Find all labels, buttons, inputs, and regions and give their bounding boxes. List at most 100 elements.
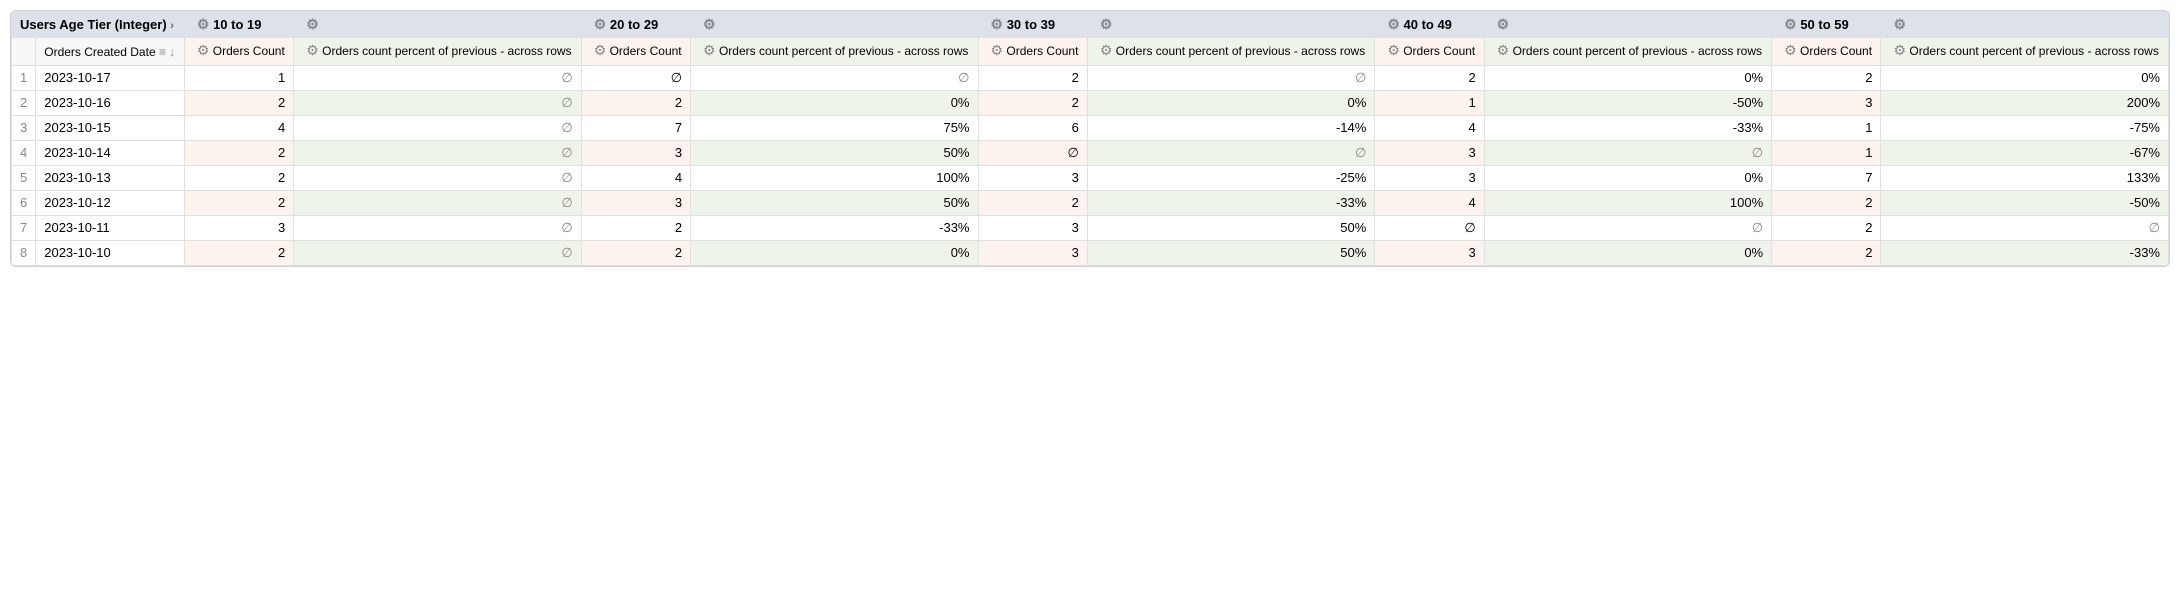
tier-header-4049-pct: ⚙ [1484,12,1771,38]
cell-r6-c7: 100% [1484,191,1771,216]
tier-label-5059: 50 to 59 [1800,17,1848,32]
sort-icon[interactable]: ≡ ↓ [159,45,175,59]
row-date-5: 2023-10-13 [36,166,185,191]
tier-header-row: Users Age Tier (Integer) › ⚙ 10 to 19 ⚙ … [12,12,2169,38]
cell-r8-c9: -33% [1881,241,2169,266]
sub-header-row: Orders Created Date ≡ ↓ ⚙ Orders Count ⚙… [12,38,2169,66]
col-label-4049-count: Orders Count [1403,44,1475,58]
tier-label-1019: 10 to 19 [213,17,261,32]
cell-r4-c3: 50% [691,141,978,166]
gear-icon-col-2029-count[interactable]: ⚙ [594,42,607,59]
cell-r8-c1: ∅ [294,241,581,266]
cell-r5-c8: 7 [1772,166,1881,191]
cell-r2-c3: 0% [691,91,978,116]
cell-r4-c7: ∅ [1484,141,1771,166]
col-header-3039-pct: ⚙ Orders count percent of previous - acr… [1087,38,1374,66]
gear-icon-1019-pct[interactable]: ⚙ [306,16,319,33]
date-header-label: Orders Created Date [44,45,155,59]
chevron-icon[interactable]: › [170,20,174,32]
gear-icon-col-4049-pct[interactable]: ⚙ [1497,42,1510,59]
cell-r2-c1: ∅ [294,91,581,116]
gear-icon-col-1019-count[interactable]: ⚙ [197,42,210,59]
cell-r2-c2: 2 [581,91,690,116]
cell-r8-c3: 0% [691,241,978,266]
cell-r7-c5: 50% [1087,216,1374,241]
row-date-4: 2023-10-14 [36,141,185,166]
col-label-1019-count: Orders Count [213,44,285,58]
gear-icon-col-1019-pct[interactable]: ⚙ [306,42,319,59]
cell-r1-c7: 0% [1484,66,1771,91]
col-header-5059-count: ⚙ Orders Count [1772,38,1881,66]
cell-r4-c8: 1 [1772,141,1881,166]
cell-r1-c5: ∅ [1087,66,1374,91]
cell-r1-c3: ∅ [691,66,978,91]
gear-icon-5059-pct[interactable]: ⚙ [1893,16,1906,33]
gear-icon-3039[interactable]: ⚙ [991,16,1004,33]
gear-icon-col-5059-count[interactable]: ⚙ [1784,42,1797,59]
cell-r7-c9: ∅ [1881,216,2169,241]
cell-r3-c8: 1 [1772,116,1881,141]
cell-r5-c2: 4 [581,166,690,191]
col-header-1019-pct: ⚙ Orders count percent of previous - acr… [294,38,581,66]
gear-icon-col-3039-pct[interactable]: ⚙ [1100,42,1113,59]
tier-label-3039: 30 to 39 [1007,17,1055,32]
table-row: 52023-10-132∅4100%3-25%30%7133% [12,166,2169,191]
col-label-1019-pct: Orders count percent of previous - acros… [322,44,571,58]
cell-r2-c9: 200% [1881,91,2169,116]
cell-r5-c5: -25% [1087,166,1374,191]
cell-r4-c4: ∅ [978,141,1087,166]
gear-icon-1019[interactable]: ⚙ [197,16,210,33]
gear-icon-col-5059-pct[interactable]: ⚙ [1893,42,1906,59]
cell-r8-c4: 3 [978,241,1087,266]
cell-r5-c0: 2 [184,166,293,191]
gear-icon-col-4049-count[interactable]: ⚙ [1387,42,1400,59]
cell-r1-c8: 2 [1772,66,1881,91]
cell-r6-c0: 2 [184,191,293,216]
gear-icon-3039-pct[interactable]: ⚙ [1100,16,1113,33]
gear-icon-2029[interactable]: ⚙ [594,16,607,33]
gear-icon-col-2029-pct[interactable]: ⚙ [703,42,716,59]
cell-r1-c6: 2 [1375,66,1484,91]
row-index-1: 1 [12,66,36,91]
cell-r6-c3: 50% [691,191,978,216]
col-label-3039-count: Orders Count [1006,44,1078,58]
cell-r5-c9: 133% [1881,166,2169,191]
col-label-5059-pct: Orders count percent of previous - acros… [1909,44,2158,58]
cell-r8-c5: 50% [1087,241,1374,266]
row-index-4: 4 [12,141,36,166]
row-date-2: 2023-10-16 [36,91,185,116]
cell-r7-c1: ∅ [294,216,581,241]
cell-r6-c1: ∅ [294,191,581,216]
gear-icon-4049-pct[interactable]: ⚙ [1497,16,1510,33]
tier-header-2029: ⚙ 20 to 29 [581,12,690,38]
table-row: 82023-10-102∅20%350%30%2-33% [12,241,2169,266]
index-header [12,38,36,66]
gear-icon-4049[interactable]: ⚙ [1387,16,1400,33]
cell-r2-c0: 2 [184,91,293,116]
top-left-label: Users Age Tier (Integer) [20,17,167,32]
cell-r7-c8: 2 [1772,216,1881,241]
table-row: 62023-10-122∅350%2-33%4100%2-50% [12,191,2169,216]
cell-r5-c6: 3 [1375,166,1484,191]
col-label-5059-count: Orders Count [1800,44,1872,58]
tier-header-2029-pct: ⚙ [691,12,978,38]
tier-header-3039: ⚙ 30 to 39 [978,12,1087,38]
gear-icon-5059[interactable]: ⚙ [1784,16,1797,33]
table-row: 32023-10-154∅775%6-14%4-33%1-75% [12,116,2169,141]
cell-r4-c9: -67% [1881,141,2169,166]
col-header-5059-pct: ⚙ Orders count percent of previous - acr… [1881,38,2169,66]
cell-r5-c7: 0% [1484,166,1771,191]
cell-r1-c1: ∅ [294,66,581,91]
row-date-3: 2023-10-15 [36,116,185,141]
cell-r7-c2: 2 [581,216,690,241]
col-label-3039-pct: Orders count percent of previous - acros… [1116,44,1365,58]
gear-icon-col-3039-count[interactable]: ⚙ [991,42,1004,59]
cell-r8-c2: 2 [581,241,690,266]
cell-r7-c6: ∅ [1375,216,1484,241]
cell-r1-c0: 1 [184,66,293,91]
tier-header-4049: ⚙ 40 to 49 [1375,12,1484,38]
gear-icon-2029-pct[interactable]: ⚙ [703,16,716,33]
date-header[interactable]: Orders Created Date ≡ ↓ [36,38,185,66]
cell-r6-c9: -50% [1881,191,2169,216]
col-header-2029-count: ⚙ Orders Count [581,38,690,66]
